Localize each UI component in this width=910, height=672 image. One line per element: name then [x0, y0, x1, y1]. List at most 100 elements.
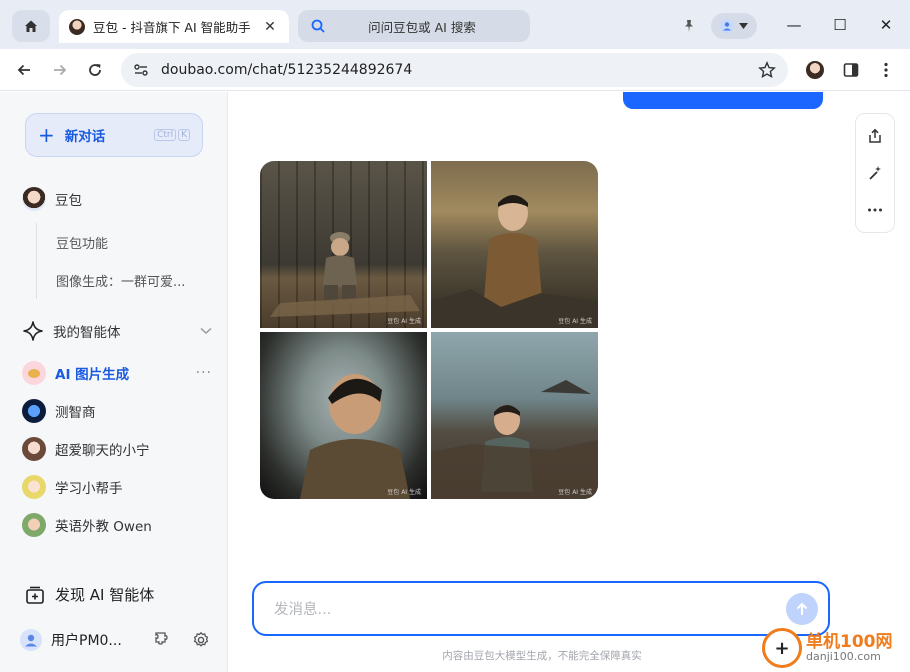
arrow-right-icon — [54, 64, 67, 76]
share-button[interactable] — [862, 123, 888, 149]
pin-button[interactable] — [678, 15, 700, 37]
profile-menu-button[interactable] — [711, 13, 757, 39]
side-panel-icon — [843, 63, 859, 77]
magic-wand-button[interactable] — [862, 160, 888, 186]
sidebar-item-label: AI 图片生成 — [55, 367, 130, 383]
boy-standing-figure — [431, 195, 598, 328]
more-options-icon[interactable]: ··· — [196, 365, 212, 381]
discover-icon — [26, 586, 44, 604]
sidebar-item-iq-test[interactable]: 测智商 — [22, 396, 212, 426]
window-minimize-button[interactable]: — — [780, 12, 808, 38]
back-button[interactable] — [10, 56, 38, 84]
sidebar-fade — [0, 538, 227, 574]
magic-wand-icon — [869, 165, 881, 180]
generated-image-4[interactable]: 豆包 AI 生成 — [431, 332, 598, 499]
generated-image-grid: 豆包 AI 生成 豆包 AI 生成 豆包 AI 生成 豆包 AI 生成 — [260, 161, 598, 499]
forward-button[interactable] — [46, 56, 74, 84]
url-text: doubao.com/chat/51235244892674 — [161, 62, 413, 78]
sidebar-item-english-tutor[interactable]: 英语外教 Owen — [22, 510, 212, 540]
palette-avatar-icon — [22, 361, 46, 385]
window-close-button[interactable]: ✕ — [872, 12, 900, 38]
sparkle-icon — [23, 321, 43, 341]
sidebar-subitem-image-generation[interactable]: 图像生成：一群可爱... — [56, 271, 185, 290]
home-icon — [25, 20, 37, 32]
bookmark-star-icon[interactable] — [758, 61, 776, 79]
caret-down-icon — [739, 23, 749, 29]
chat-main: 豆包 AI 生成 豆包 AI 生成 豆包 AI 生成 豆包 AI 生成 发消息.… — [229, 92, 910, 672]
sidebar-item-chat-friend[interactable]: 超爱聊天的小宁 — [22, 434, 212, 464]
tutor-avatar-icon — [22, 513, 46, 537]
shortcut-ctrl: Ctrl — [154, 129, 177, 141]
tab-close-icon[interactable]: ✕ — [261, 19, 279, 35]
reload-button[interactable] — [81, 56, 109, 84]
new-chat-button[interactable]: + 新对话 Ctrl K — [25, 113, 203, 157]
user-message-bubble — [623, 92, 823, 109]
home-button[interactable] — [12, 10, 50, 42]
share-icon — [869, 129, 881, 144]
site-watermark: + 单机100网 danji100.com — [762, 628, 893, 668]
my-agents-title: 我的智能体 — [53, 325, 121, 341]
discover-label: 发现 AI 智能体 — [55, 586, 155, 604]
tab-title: 豆包 - 抖音旗下 AI 智能助手 — [93, 20, 251, 35]
ai-generated-watermark: 豆包 AI 生成 — [558, 318, 592, 325]
arrow-up-icon — [796, 602, 808, 615]
tree-line — [36, 223, 37, 299]
doubao-avatar-icon — [22, 187, 46, 211]
ai-generated-watermark: 豆包 AI 生成 — [387, 489, 421, 496]
brain-avatar-icon — [22, 399, 46, 423]
sidebar-item-doubao[interactable]: 豆包 — [22, 184, 212, 214]
browser-tabstrip: 豆包 - 抖音旗下 AI 智能助手 ✕ 问问豆包或 AI 搜索 — ☐ ✕ — [0, 0, 910, 49]
more-actions-button[interactable] — [862, 197, 888, 223]
user-profile[interactable]: 用户PM0... — [20, 626, 210, 654]
chat-side-toolbar — [855, 113, 895, 233]
sidebar-item-label: 豆包 — [55, 193, 82, 209]
pin-icon — [685, 20, 693, 32]
sidebar-item-label: 测智商 — [55, 405, 96, 421]
ai-generated-watermark: 豆包 AI 生成 — [558, 489, 592, 496]
plugin-icon[interactable] — [154, 631, 172, 649]
address-bar[interactable]: doubao.com/chat/51235244892674 — [121, 53, 788, 87]
window-maximize-button[interactable]: ☐ — [826, 12, 854, 38]
kebab-menu-icon — [884, 62, 888, 78]
reload-icon — [89, 64, 101, 76]
browser-menu-button[interactable] — [872, 56, 900, 84]
person-icon — [719, 19, 734, 33]
shortcut-k: K — [178, 129, 190, 141]
sidebar-item-label: 学习小帮手 — [55, 481, 123, 497]
arrow-left-icon — [17, 64, 30, 76]
browser-toolbar: doubao.com/chat/51235244892674 — [0, 49, 910, 91]
search-sparkle-icon — [311, 19, 325, 33]
send-button[interactable] — [786, 592, 818, 625]
doubao-favicon-icon — [69, 18, 85, 35]
generated-image-1[interactable]: 豆包 AI 生成 — [260, 161, 427, 328]
settings-gear-icon[interactable] — [192, 631, 210, 649]
browser-tab-doubao[interactable]: 豆包 - 抖音旗下 AI 智能助手 ✕ — [59, 10, 289, 43]
chevron-down-icon — [200, 327, 212, 335]
user-avatar-icon — [20, 629, 42, 651]
ai-generated-watermark: 豆包 AI 生成 — [387, 318, 421, 325]
sidebar-item-ai-image-gen[interactable]: AI 图片生成 ··· — [22, 358, 212, 388]
search-tab[interactable]: 问问豆包或 AI 搜索 — [298, 10, 530, 42]
sidebar-item-study-helper[interactable]: 学习小帮手 — [22, 472, 212, 502]
student-avatar-icon — [22, 475, 46, 499]
profile-avatar-button[interactable] — [801, 56, 829, 84]
sidebar: + 新对话 Ctrl K 豆包 豆包功能 图像生成：一群可爱... 我的智能体 … — [0, 92, 228, 672]
boy-ruins-figure — [431, 380, 598, 499]
sidebar-subitem-doubao-features[interactable]: 豆包功能 — [56, 233, 108, 252]
more-horizontal-icon — [868, 208, 882, 212]
girl-avatar-icon — [22, 437, 46, 461]
generated-image-3[interactable]: 豆包 AI 生成 — [260, 332, 427, 499]
side-panel-button[interactable] — [837, 56, 865, 84]
boy-profile-figure — [300, 374, 410, 499]
plus-icon: + — [38, 123, 55, 147]
site-name: 单机100网 — [806, 631, 893, 652]
search-tab-label: 问问豆包或 AI 搜索 — [368, 19, 476, 35]
generated-image-2[interactable]: 豆包 AI 生成 — [431, 161, 598, 328]
discover-agents-button[interactable]: 发现 AI 智能体 — [25, 584, 154, 605]
message-input[interactable]: 发消息... — [252, 581, 830, 636]
site-settings-icon[interactable] — [133, 62, 149, 78]
my-agents-header[interactable]: 我的智能体 — [22, 316, 212, 346]
sidebar-item-label: 英语外教 Owen — [55, 519, 152, 535]
new-chat-label: 新对话 — [64, 129, 106, 145]
message-input-placeholder: 发消息... — [274, 602, 332, 618]
